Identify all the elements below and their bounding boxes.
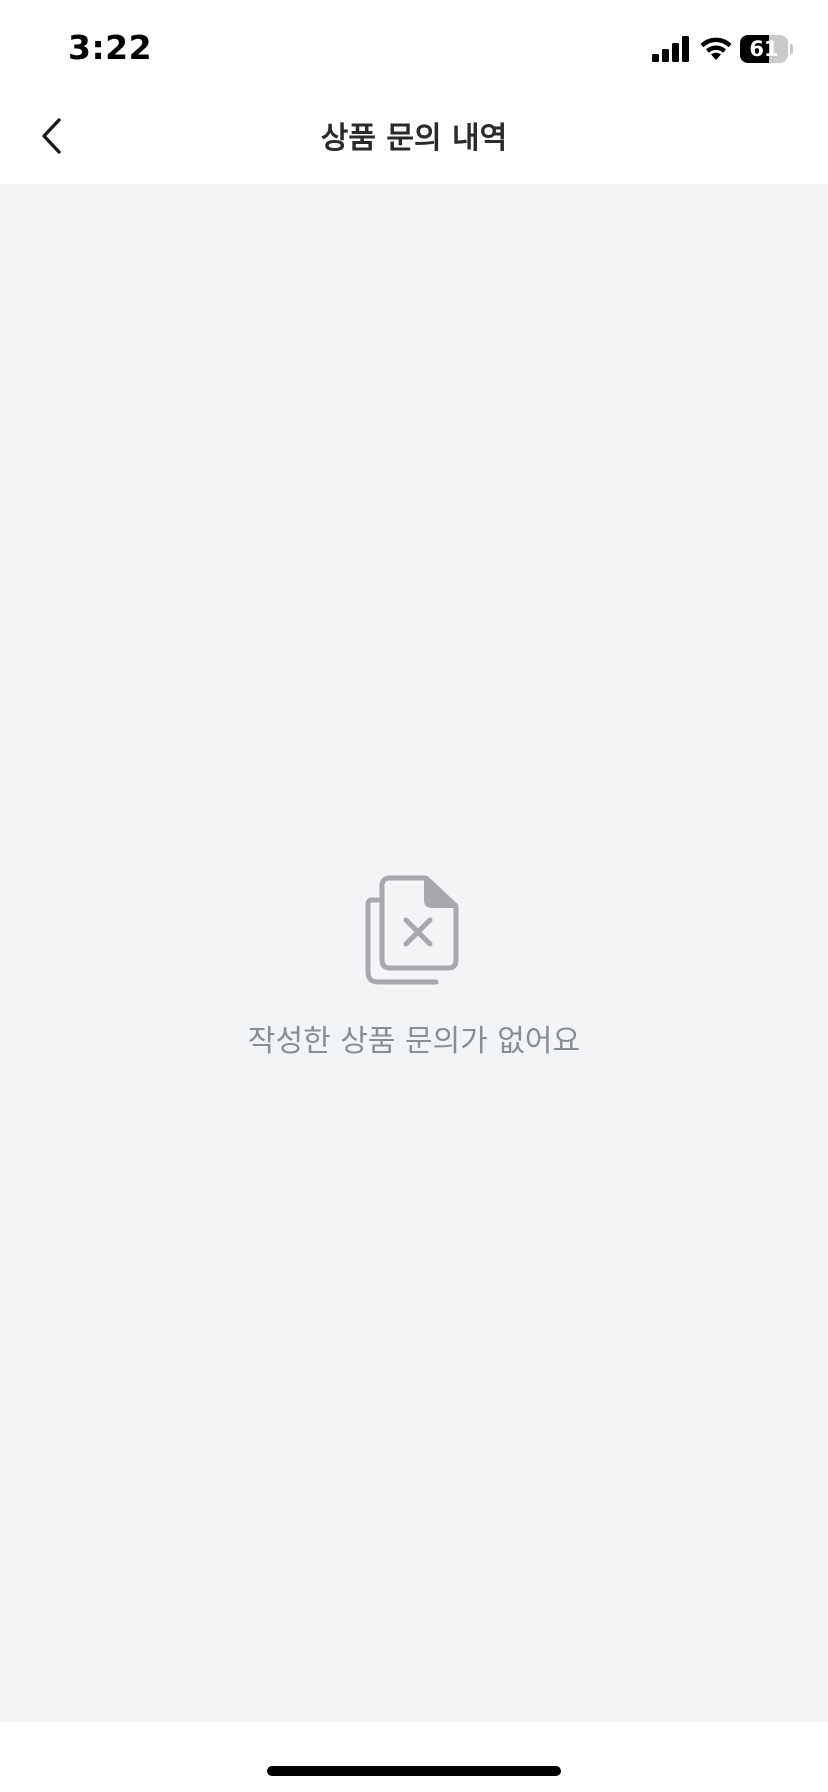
empty-state-message: 작성한 상품 문의가 없어요: [247, 1024, 581, 1059]
content-area: 작성한 상품 문의가 없어요: [0, 184, 828, 1722]
battery-body: 61: [740, 35, 788, 63]
battery-nub: [790, 44, 793, 54]
battery-indicator: 61: [740, 35, 793, 63]
chevron-left-icon: [42, 118, 61, 154]
status-time: 3:22: [68, 28, 153, 67]
battery-level: 61: [749, 37, 779, 61]
page-title: 상품 문의 내역: [320, 121, 508, 156]
screen: 3:22 61 상품 문의 내역 작성한 상품 문의가 없어요: [0, 0, 828, 1792]
empty-state: 작성한 상품 문의가 없어요: [0, 874, 828, 1060]
status-bar: 3:22 61: [0, 0, 828, 92]
document-x-icon: [365, 875, 459, 985]
back-button[interactable]: [24, 106, 84, 166]
cellular-signal-icon: [652, 36, 689, 62]
home-indicator[interactable]: [267, 1766, 561, 1776]
wifi-icon: [700, 37, 732, 60]
nav-header: 상품 문의 내역: [0, 92, 828, 184]
home-indicator-area: [0, 1722, 828, 1792]
